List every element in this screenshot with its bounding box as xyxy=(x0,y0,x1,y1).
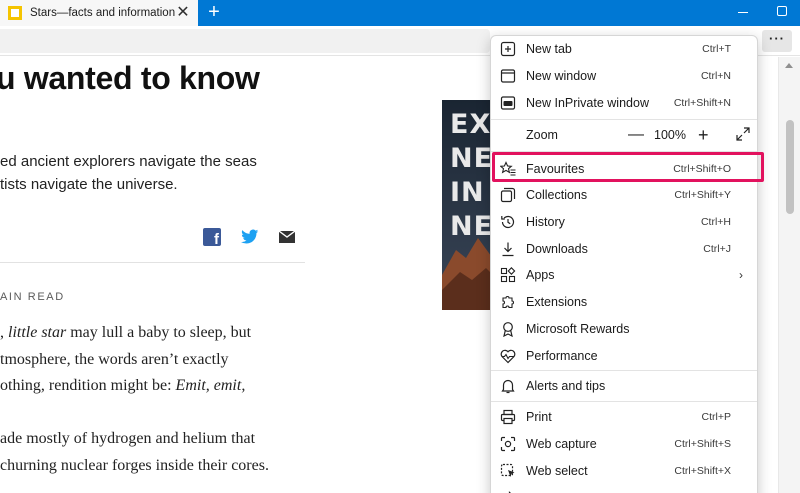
download-icon xyxy=(502,242,514,257)
menu-shortcut: Ctrl+Shift+S xyxy=(674,438,731,450)
menu-label: Collections xyxy=(526,188,588,202)
zoom-level: 100% xyxy=(654,128,686,142)
menu-item-web-capture[interactable]: Web capture Ctrl+Shift+S xyxy=(491,431,757,457)
menu-shortcut: Ctrl+T xyxy=(702,43,731,55)
scroll-thumb[interactable] xyxy=(786,120,794,214)
web-select-icon xyxy=(500,463,515,477)
menu-label: Alerts and tips xyxy=(526,379,606,393)
body-line-2: tmosphere, the words aren’t exactly xyxy=(0,350,229,368)
menu-item-partial[interactable] xyxy=(491,485,757,493)
body-line-6: churning nuclear forges inside their cor… xyxy=(0,456,269,474)
menu-item-zoom: Zoom — 100% + xyxy=(491,122,757,148)
body-line-5: ade mostly of hydrogen and helium that xyxy=(0,430,256,447)
menu-item-print[interactable]: Print Ctrl+P xyxy=(491,404,757,430)
menu-shortcut: Ctrl+N xyxy=(700,70,731,82)
body-line-1: , little star may lull a baby to sleep, … xyxy=(0,324,252,341)
menu-label: Web select xyxy=(526,464,588,478)
fullscreen-icon[interactable] xyxy=(736,127,750,141)
performance-icon xyxy=(500,349,516,364)
zoom-out-button[interactable]: — xyxy=(628,126,644,144)
chevron-right-icon: › xyxy=(739,268,743,282)
menu-shortcut: Ctrl+H xyxy=(700,216,731,228)
subhead-line: tists navigate the universe. xyxy=(0,176,178,193)
menu-separator xyxy=(491,401,757,402)
email-share-icon[interactable] xyxy=(279,231,295,243)
subhead-line: ed ancient explorers navigate the seas xyxy=(0,153,257,170)
scroll-up-arrow-icon[interactable] xyxy=(785,63,793,68)
menu-label: Downloads xyxy=(526,242,588,256)
menu-item-new-inprivate-window[interactable]: New InPrivate window Ctrl+Shift+N xyxy=(491,90,757,116)
collections-icon xyxy=(500,187,516,203)
twitter-share-icon[interactable] xyxy=(241,229,259,245)
article-divider xyxy=(0,262,305,263)
menu-item-downloads[interactable]: Downloads Ctrl+J xyxy=(491,236,757,262)
article-body: , little star may lull a baby to sleep, … xyxy=(0,320,269,479)
rewards-icon xyxy=(503,322,513,337)
menu-item-alerts-and-tips[interactable]: Alerts and tips xyxy=(491,373,757,399)
article-headline: u wanted to know xyxy=(0,60,260,96)
article-subhead: ed ancient explorers navigate the seas t… xyxy=(0,150,257,196)
settings-menu: New tab Ctrl+T New window Ctrl+N New InP… xyxy=(490,35,758,493)
menu-item-new-tab[interactable]: New tab Ctrl+T xyxy=(491,36,757,62)
menu-label: Extensions xyxy=(526,295,588,309)
title-bar: Stars—facts and information ✕ + xyxy=(0,0,800,26)
natgeo-favicon-icon xyxy=(8,6,22,20)
menu-label: Web capture xyxy=(526,437,597,451)
new-window-icon xyxy=(500,69,516,83)
read-time-label: AIN READ xyxy=(0,291,65,303)
tab-title: Stars—facts and information xyxy=(30,7,176,19)
extensions-icon xyxy=(502,296,514,309)
menu-label: Apps xyxy=(526,268,555,282)
menu-shortcut: Ctrl+P xyxy=(701,411,731,423)
ad-banner[interactable]: EXP NEV IN A NEW xyxy=(442,100,494,310)
new-tab-button[interactable]: + xyxy=(204,2,224,22)
minimize-button[interactable] xyxy=(736,2,750,22)
ad-text: EXP NEV IN A NEW xyxy=(450,109,494,242)
menu-item-history[interactable]: History Ctrl+H xyxy=(491,209,757,235)
zoom-in-button[interactable]: + xyxy=(698,125,709,146)
menu-label: New tab xyxy=(526,42,572,56)
page-scrollbar[interactable] xyxy=(778,57,800,493)
maximize-button[interactable] xyxy=(777,6,787,16)
settings-and-more-button[interactable]: ··· xyxy=(762,30,792,52)
menu-label: Microsoft Rewards xyxy=(526,322,630,336)
facebook-share-icon[interactable] xyxy=(203,228,221,248)
menu-item-microsoft-rewards[interactable]: Microsoft Rewards xyxy=(491,316,757,342)
menu-separator xyxy=(491,119,757,120)
printer-icon xyxy=(500,409,516,425)
new-tab-icon xyxy=(500,41,516,57)
body-line-3: othing, rendition might be: Emit, emit, xyxy=(0,377,246,394)
bell-icon xyxy=(501,379,515,394)
menu-item-collections[interactable]: Collections Ctrl+Shift+Y xyxy=(491,182,757,208)
share-row xyxy=(203,228,295,248)
zoom-label: Zoom xyxy=(526,128,558,142)
address-bar[interactable] xyxy=(0,29,490,53)
web-capture-icon xyxy=(500,436,516,452)
menu-label: History xyxy=(526,215,565,229)
history-icon xyxy=(501,215,515,229)
menu-shortcut: Ctrl+Shift+N xyxy=(673,97,731,109)
menu-label: New InPrivate window xyxy=(526,96,649,110)
menu-separator xyxy=(491,370,757,371)
menu-item-extensions[interactable]: Extensions xyxy=(491,289,757,315)
menu-item-new-window[interactable]: New window Ctrl+N xyxy=(491,63,757,89)
body-emphasis: little star xyxy=(8,324,67,341)
menu-item-apps[interactable]: Apps › xyxy=(491,262,757,288)
menu-shortcut: Ctrl+J xyxy=(703,243,731,255)
menu-label: Performance xyxy=(526,349,598,363)
browser-tab[interactable]: Stars—facts and information ✕ xyxy=(0,0,198,26)
body-spacer xyxy=(0,400,269,427)
tab-close-icon[interactable]: ✕ xyxy=(174,4,192,22)
body-emphasis: Emit, emit, xyxy=(175,377,246,394)
favourites-highlight xyxy=(492,152,764,182)
apps-icon xyxy=(500,267,516,283)
menu-shortcut: Ctrl+Shift+Y xyxy=(674,189,731,201)
menu-item-performance[interactable]: Performance xyxy=(491,343,757,369)
menu-item-web-select[interactable]: Web select Ctrl+Shift+X xyxy=(491,458,757,484)
menu-label: Print xyxy=(526,410,552,424)
menu-shortcut: Ctrl+Shift+X xyxy=(674,465,731,477)
menu-label: New window xyxy=(526,69,597,83)
inprivate-icon xyxy=(500,96,516,110)
